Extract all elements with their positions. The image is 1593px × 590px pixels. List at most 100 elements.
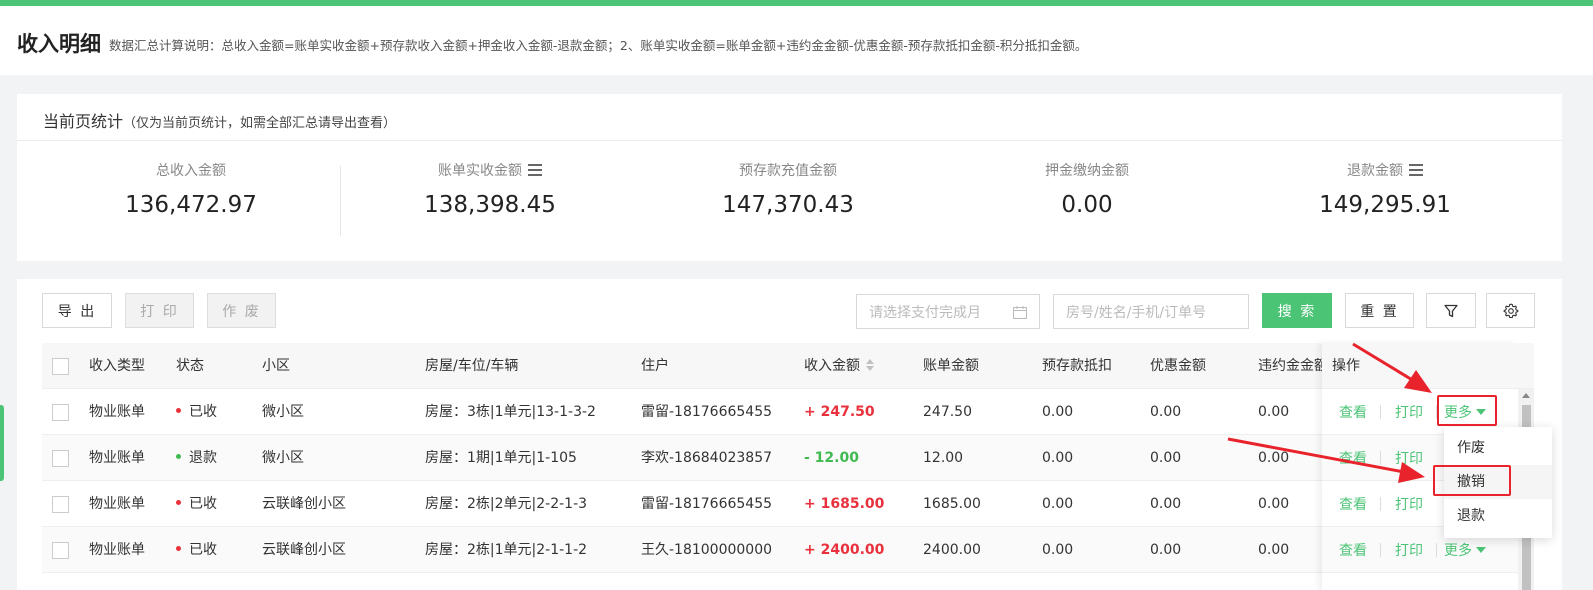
select-all-checkbox[interactable]: [52, 358, 69, 375]
cell-resident: 雷留-18176665455: [641, 404, 773, 420]
table-row: 物业账单 退款 微小区 房屋：1期|1单元|1-105 李欢-186840238…: [42, 435, 1534, 481]
view-link[interactable]: 查看: [1339, 448, 1367, 468]
cell-resident: 李欢-18684023857: [641, 450, 773, 466]
caret-down-icon: [1476, 547, 1486, 553]
stat-label: 预存款充值金额: [739, 160, 837, 180]
table-header: 收入类型 状态 小区 房屋/车位/车辆 住户 收入金额 账单金额 预存款抵扣 优…: [42, 343, 1534, 389]
row-checkbox[interactable]: [52, 542, 69, 559]
row-checkbox[interactable]: [52, 496, 69, 513]
more-dropdown-trigger[interactable]: 更多: [1444, 540, 1486, 560]
annotation-box: [1433, 465, 1511, 496]
cell-prepay: 0.00: [1042, 542, 1074, 558]
stat-label-text: 账单实收金额: [438, 163, 522, 179]
page-description: 数据汇总计算说明：总收入金额=账单实收金额+预存款收入金额+押金收入金额-退款金…: [109, 38, 1088, 53]
gear-icon: [1503, 303, 1518, 318]
scroll-up-icon[interactable]: [1522, 393, 1530, 398]
stat-label: 总收入金额: [156, 160, 226, 180]
annotation-box: [1437, 395, 1497, 426]
print-button[interactable]: 打 印: [125, 293, 194, 328]
separator: [1380, 543, 1381, 557]
filter-icon: [1444, 304, 1458, 317]
view-link[interactable]: 查看: [1339, 540, 1367, 560]
stat-label: 押金缴纳金额: [1045, 160, 1129, 180]
list-icon[interactable]: [528, 164, 542, 176]
stat-bill-received: 账单实收金额 138,398.45: [340, 160, 640, 218]
cell-discount: 0.00: [1150, 450, 1182, 466]
print-link[interactable]: 打印: [1395, 402, 1423, 422]
view-link[interactable]: 查看: [1339, 494, 1367, 514]
void-button[interactable]: 作 废: [207, 293, 276, 328]
column-header-text: 收入金额: [804, 358, 860, 374]
cell-status: 已收: [176, 527, 217, 573]
view-link[interactable]: 查看: [1339, 402, 1367, 422]
cell-penalty: 0.00: [1258, 496, 1290, 512]
divider: [17, 140, 1562, 141]
stats-title: 当前页统计（仅为当前页统计，如需全部汇总请导出查看）: [43, 108, 396, 132]
cell-income: + 2400.00: [804, 542, 885, 558]
cell-bill: 2400.00: [923, 542, 981, 558]
stat-label: 退款金额: [1347, 160, 1423, 180]
list-icon[interactable]: [1409, 164, 1423, 176]
stats-title-text: 当前页统计: [43, 112, 124, 131]
row-checkbox[interactable]: [52, 450, 69, 467]
stat-label-text: 退款金额: [1347, 163, 1403, 179]
cell-discount: 0.00: [1150, 404, 1182, 420]
month-picker-input[interactable]: 请选择支付完成月: [856, 294, 1040, 329]
status-dot: [176, 453, 181, 459]
search-button[interactable]: 搜 索: [1262, 293, 1332, 328]
cell-community: 云联峰创小区: [262, 496, 346, 512]
column-header: 预存款抵扣: [1042, 358, 1112, 374]
print-link[interactable]: 打印: [1395, 448, 1423, 468]
side-handle[interactable]: [0, 405, 4, 481]
stat-label-text: 押金缴纳金额: [1045, 163, 1129, 179]
cell-type: 物业账单: [89, 404, 145, 420]
cell-bill: 247.50: [923, 404, 972, 420]
cell-house: 房屋：2栋|1单元|2-1-1-2: [425, 542, 588, 558]
cell-discount: 0.00: [1150, 542, 1182, 558]
cell-status: 已收: [176, 481, 217, 527]
row-checkbox[interactable]: [52, 404, 69, 421]
settings-button[interactable]: [1486, 293, 1535, 328]
print-link[interactable]: 打印: [1395, 540, 1423, 560]
page-title: 收入明细: [17, 32, 101, 56]
column-header-operation: 操作: [1322, 343, 1518, 389]
cell-status: 已收: [176, 389, 217, 435]
column-header: 小区: [262, 358, 290, 374]
cell-penalty: 0.00: [1258, 404, 1290, 420]
cell-community: 微小区: [262, 450, 304, 466]
column-header-income[interactable]: 收入金额: [804, 343, 874, 389]
cell-bill: 1685.00: [923, 496, 981, 512]
separator: [1380, 405, 1381, 419]
filter-button[interactable]: [1426, 293, 1476, 328]
cell-income: - 12.00: [804, 450, 859, 466]
export-button[interactable]: 导 出: [42, 293, 112, 328]
cell-type: 物业账单: [89, 450, 145, 466]
cell-prepay: 0.00: [1042, 450, 1074, 466]
column-header: 账单金额: [923, 358, 979, 374]
stat-prepay-recharge: 预存款充值金额 147,370.43: [638, 160, 938, 218]
stat-label-text: 预存款充值金额: [739, 163, 837, 179]
separator: [1436, 543, 1437, 557]
stat-value: 138,398.45: [424, 192, 556, 218]
table-row: 物业账单 已收 微小区 房屋：3栋|1单元|13-1-3-2 雷留-181766…: [42, 389, 1534, 435]
cell-house: 房屋：1期|1单元|1-105: [425, 450, 577, 466]
column-header: 违约金金额: [1258, 358, 1328, 374]
separator: [1380, 451, 1381, 465]
search-input[interactable]: 房号/姓名/手机/订单号: [1053, 294, 1249, 329]
sort-icon[interactable]: [866, 359, 874, 371]
status-text: 退款: [189, 450, 217, 466]
stat-deposit: 押金缴纳金额 0.00: [937, 160, 1237, 218]
print-link[interactable]: 打印: [1395, 494, 1423, 514]
stat-value: 136,472.97: [125, 192, 257, 218]
reset-button[interactable]: 重 置: [1345, 293, 1414, 328]
cell-income: + 247.50: [804, 404, 875, 420]
status-dot: [176, 407, 181, 413]
menu-item-void[interactable]: 作废: [1444, 431, 1552, 465]
stat-value: 149,295.91: [1319, 192, 1451, 218]
stat-refund: 退款金额 149,295.91: [1235, 160, 1535, 218]
stat-value: 147,370.43: [722, 192, 854, 218]
table-row: 物业账单 已收 云联峰创小区 房屋：2栋|1单元|2-1-1-2 王久-1810…: [42, 527, 1534, 573]
menu-item-refund[interactable]: 退款: [1444, 499, 1552, 533]
table-row: 物业账单 已收 云联峰创小区 房屋：2栋|2单元|2-2-1-3 雷留-1817…: [42, 481, 1534, 527]
cell-penalty: 0.00: [1258, 542, 1290, 558]
